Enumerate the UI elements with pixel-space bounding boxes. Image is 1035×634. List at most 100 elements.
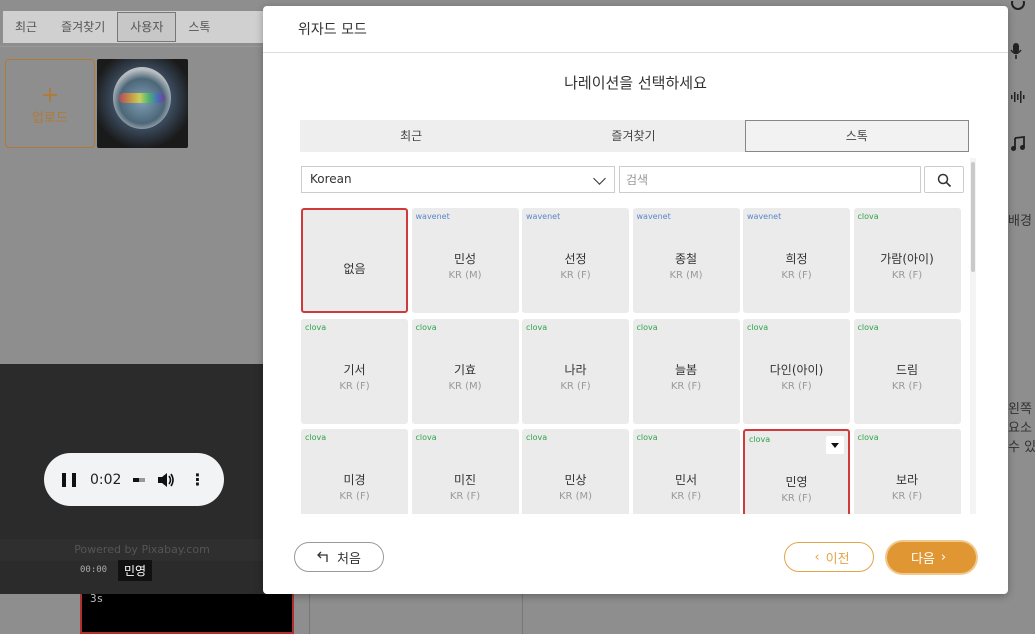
voice-card[interactable]: wavenet 선정 KR (F): [522, 208, 629, 313]
voice-locale: KR (F): [891, 270, 923, 281]
powered-by: Powered by Pixabay.com: [0, 539, 284, 561]
return-arrow-icon: [317, 551, 328, 562]
modal-heading: 나레이션을 선택하세요: [564, 74, 707, 92]
voice-engine-label: clova: [415, 433, 437, 442]
voice-locale: KR (F): [891, 380, 923, 392]
voice-engine-label: clova: [857, 433, 879, 442]
voice-card[interactable]: clova 민상 KR (M): [522, 429, 629, 514]
voice-card[interactable]: clova 민영 KR (F): [743, 429, 850, 514]
voice-engine-label: clova: [857, 212, 879, 221]
voice-name: 민상: [564, 473, 587, 487]
bg-divider: [0, 46, 263, 47]
voice-grid: 없음 wavenet 민성 KR (M) wavenet 선정 KR (F) wavenet…: [300, 207, 966, 514]
tab-recent[interactable]: 최근: [300, 120, 522, 152]
voice-grid-scrollbar[interactable]: [970, 158, 976, 514]
voice-card[interactable]: clova 가람(아이) KR (F): [853, 208, 961, 313]
bg-right-text-line1: 왼쪽: [1008, 402, 1032, 417]
language-select-value: Korean: [310, 172, 352, 186]
voice-name: 보라: [895, 473, 919, 487]
voice-engine-label: clova: [747, 322, 769, 332]
bg-tab-stock: 스톡: [188, 20, 211, 34]
voice-name: 희정: [785, 252, 808, 266]
bg-media-tabs: 최근 즐겨찾기 사용자 스톡: [3, 11, 265, 43]
home-button[interactable]: 처음: [294, 542, 384, 572]
voice-engine-label: clova: [305, 322, 327, 332]
audio-player: 0:02 ⋮: [44, 453, 224, 506]
voice-engine-label: clova: [636, 433, 658, 442]
modal-divider: [263, 52, 1008, 53]
voice-engine-label: clova: [305, 433, 327, 442]
caret-down-icon[interactable]: [826, 436, 844, 454]
voice-engine-label: clova: [526, 322, 548, 332]
voice-card[interactable]: wavenet 희정 KR (F): [743, 208, 850, 313]
timeline-divider: [522, 594, 523, 634]
search-input[interactable]: [619, 166, 921, 193]
voice-engine-label: wavenet: [526, 212, 561, 221]
next-button[interactable]: 다음 ›: [887, 542, 976, 573]
plus-icon: +: [40, 83, 60, 108]
tab-favorites[interactable]: 즐겨찾기: [522, 120, 744, 152]
waveform-icon: [1010, 90, 1026, 108]
voice-name: 종철: [674, 252, 698, 266]
music-note-icon: [1010, 135, 1026, 156]
voice-locale: KR (M): [448, 380, 482, 392]
voice-locale: KR (F): [339, 491, 370, 502]
voice-name: 다인(아이): [769, 362, 824, 377]
prev-button-label: 이전: [825, 551, 850, 567]
voice-locale: KR (M): [448, 270, 482, 281]
clock-icon: [1010, 0, 1026, 15]
voice-engine-label: clova: [749, 435, 771, 444]
language-select[interactable]: Korean: [301, 166, 615, 193]
voice-name: 민서: [674, 473, 698, 487]
bg-tab-recent: 최근: [15, 20, 38, 34]
voice-engine-label: clova: [857, 322, 879, 332]
chevron-down-icon: [593, 172, 606, 185]
voice-name: 민성: [453, 252, 477, 266]
voice-name: 늘봄: [674, 362, 698, 377]
voice-locale: KR (M): [558, 491, 593, 502]
voice-card[interactable]: clova 기효 KR (M): [411, 318, 519, 424]
voice-name: 나라: [564, 362, 587, 377]
chevron-left-icon: ‹: [814, 549, 820, 565]
voice-name: 민영: [785, 475, 808, 489]
audio-progress-bar: [133, 477, 146, 482]
voice-name: 선정: [564, 252, 587, 266]
voice-engine-label: clova: [636, 322, 658, 332]
voice-tooltip: 민영: [118, 560, 153, 581]
voice-locale: KR (F): [781, 380, 812, 392]
voice-locale: KR (F): [670, 491, 702, 502]
voice-card[interactable]: clova 늘봄 KR (F): [632, 318, 740, 424]
voice-card[interactable]: wavenet 종철 KR (M): [632, 208, 740, 313]
voice-card[interactable]: clova 나라 KR (F): [522, 318, 629, 424]
voice-card[interactable]: wavenet 민성 KR (M): [411, 208, 519, 313]
scrollbar-thumb[interactable]: [971, 162, 975, 272]
voice-locale: KR (F): [891, 491, 923, 502]
pause-icon: [62, 472, 76, 487]
home-button-label: 처음: [337, 551, 361, 567]
timeline-ruler: 00:00: [80, 565, 108, 575]
voice-engine-label: clova: [526, 433, 548, 442]
more-vertical-icon: ⋮: [189, 469, 206, 489]
prev-button[interactable]: ‹ 이전: [784, 542, 874, 572]
voice-locale: KR (F): [781, 493, 812, 504]
bg-tab-user: 사용자: [117, 12, 177, 42]
tab-stock[interactable]: 스톡: [744, 120, 969, 152]
voice-card[interactable]: clova 다인(아이) KR (F): [743, 318, 850, 424]
voice-card[interactable]: clova 보라 KR (F): [853, 429, 961, 514]
bg-right-label-background: 배경: [1008, 214, 1032, 229]
voice-card[interactable]: clova 드림 KR (F): [853, 318, 961, 424]
voice-locale: KR (F): [560, 270, 591, 281]
bg-upload-label: 업로드: [32, 111, 68, 126]
voice-card[interactable]: clova 미진 KR (F): [411, 429, 519, 514]
voice-card[interactable]: clova 미경 KR (F): [301, 429, 408, 514]
mic-icon: [1010, 42, 1022, 64]
search-button[interactable]: [924, 166, 964, 193]
modal-title: 위자드 모드: [298, 22, 367, 38]
voice-card[interactable]: clova 기서 KR (F): [301, 318, 408, 424]
voice-name: 미경: [343, 473, 366, 487]
voice-card[interactable]: clova 민서 KR (F): [632, 429, 740, 514]
voice-locale: KR (M): [669, 270, 703, 281]
voice-card-none[interactable]: 없음: [301, 208, 408, 313]
audio-time: 0:02: [90, 471, 122, 488]
chevron-right-icon: ›: [940, 550, 947, 565]
